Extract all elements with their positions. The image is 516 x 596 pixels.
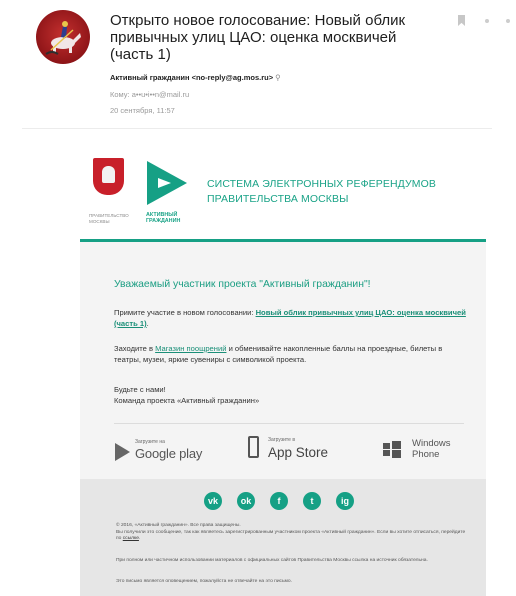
shop-paragraph: Заходите в Магазин поощрений и обменивай… (114, 343, 468, 365)
header-actions (454, 15, 514, 29)
invite-text: Примите участие в новом голосовании: (114, 308, 256, 317)
app-store-button[interactable]: Загрузите в App Store (248, 436, 358, 466)
google-play-small: Загрузите на (135, 439, 165, 445)
email-date: 20 сентября, 11:57 (110, 106, 175, 115)
recipient-line: Кому: a••u•i••n@mail.ru (110, 90, 190, 99)
unsubscribe-text: Вы получили это сообщение, так как являе… (116, 530, 466, 543)
bookmark-icon[interactable] (458, 15, 465, 26)
signoff-line-1: Будьте с нами! (114, 385, 166, 394)
logo-header: Правительство Москвы Активный гражданин … (80, 143, 486, 239)
twitter-icon[interactable]: t (303, 492, 321, 510)
google-play-label: Google play (135, 446, 203, 461)
dot-icon[interactable] (485, 19, 489, 23)
system-title: Система электронных референдумов Правите… (207, 178, 436, 205)
stores-divider (114, 423, 464, 424)
windows-label-1: Windows (412, 438, 451, 449)
moscow-coat-of-arms (93, 158, 124, 195)
signoff: Будьте с нами! Команда проекта «Активный… (114, 384, 468, 406)
apple-icon (248, 436, 259, 458)
email-footer: vk ok f t ig © 2016, «Активный гражданин… (80, 479, 486, 596)
gov-caption: Правительство Москвы (89, 213, 129, 224)
active-citizen-logo (147, 161, 187, 205)
ag-caption: Активный гражданин (146, 212, 181, 225)
shop-link[interactable]: Магазин поощрений (155, 344, 226, 353)
received-line: Вы получили это сообщение, так как являе… (116, 529, 466, 542)
google-play-icon (115, 443, 130, 461)
unsubscribe-link[interactable]: ссылке (123, 536, 139, 541)
header-divider (22, 128, 492, 129)
windows-phone-label: Windows Phone (412, 438, 451, 460)
reuse-notice: При полном или частичном использовании м… (116, 558, 428, 563)
copyright: © 2016, «Активный гражданин». Все права … (116, 523, 466, 543)
email-body: Правительство Москвы Активный гражданин … (80, 143, 486, 596)
odnoklassniki-icon[interactable]: ok (237, 492, 255, 510)
vk-icon[interactable]: vk (204, 492, 222, 510)
sender-address[interactable]: Активный гражданин <no-reply@ag.mos.ru> (110, 73, 273, 82)
google-play-button[interactable]: Загрузите на Google play (115, 438, 227, 468)
magnifier-icon[interactable]: ⚲ (275, 73, 281, 82)
green-divider (80, 239, 486, 242)
invite-paragraph: Примите участие в новом голосовании: Нов… (114, 307, 468, 329)
windows-phone-button[interactable]: Windows Phone (383, 438, 473, 468)
instagram-icon[interactable]: ig (336, 492, 354, 510)
windows-icon (383, 441, 401, 458)
sender-line[interactable]: Активный гражданин <no-reply@ag.mos.ru> … (110, 73, 281, 82)
dot-icon[interactable] (506, 19, 510, 23)
shop-text: Заходите в (114, 344, 156, 353)
app-store-label: App Store (268, 445, 329, 460)
greeting: Уважаемый участник проекта "Активный гра… (114, 279, 371, 290)
no-reply-notice: Это письмо является оповещением, пожалуй… (116, 579, 292, 584)
copyright-text: © 2016, «Активный гражданин». Все права … (116, 523, 241, 528)
windows-label-2: Phone (412, 449, 440, 460)
signoff-line-2: Команда проекта «Активный гражданин» (114, 396, 260, 405)
email-subject: Открыто новое голосование: Новый облик п… (110, 12, 406, 63)
sender-avatar[interactable] (36, 10, 90, 64)
facebook-icon[interactable]: f (270, 492, 288, 510)
received-end: . (138, 536, 141, 542)
app-store-small: Загрузите в (268, 437, 295, 443)
st-george-icon (45, 21, 81, 55)
invite-end: . (146, 319, 149, 328)
